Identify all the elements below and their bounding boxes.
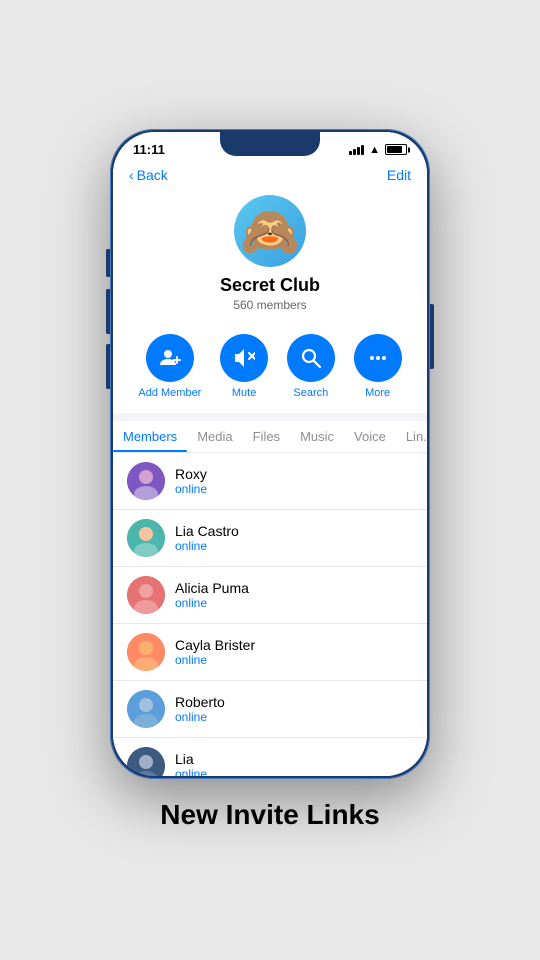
add-member-label: Add Member bbox=[138, 387, 201, 399]
volume-up-button bbox=[106, 289, 110, 334]
group-avatar: 🙈 bbox=[234, 195, 306, 267]
back-button[interactable]: ‹ Back bbox=[129, 167, 168, 183]
group-avatar-emoji: 🙈 bbox=[240, 203, 300, 260]
status-icons: ▲ bbox=[349, 144, 407, 156]
more-icon-circle bbox=[354, 334, 402, 382]
add-member-icon bbox=[159, 347, 181, 369]
battery-fill bbox=[387, 146, 402, 153]
member-name: Alicia Puma bbox=[175, 580, 249, 596]
tab-files[interactable]: Files bbox=[243, 421, 290, 452]
wifi-icon: ▲ bbox=[369, 144, 380, 156]
phone-screen: 11:11 ▲ ‹ Ba bbox=[113, 132, 427, 776]
tab-music[interactable]: Music bbox=[290, 421, 344, 452]
page-title-bottom: New Invite Links bbox=[160, 799, 379, 831]
avatar bbox=[127, 633, 165, 671]
tab-media[interactable]: Media bbox=[187, 421, 242, 452]
member-item[interactable]: Alicia Puma online bbox=[113, 567, 427, 624]
member-status: online bbox=[175, 539, 239, 553]
search-button[interactable]: Search bbox=[287, 334, 335, 399]
member-info: Cayla Brister online bbox=[175, 637, 255, 667]
tabs-bar: Members Media Files Music Voice Lin... bbox=[113, 421, 427, 453]
volume-down-button bbox=[106, 344, 110, 389]
avatar bbox=[127, 747, 165, 776]
member-item[interactable]: Roberto online bbox=[113, 681, 427, 738]
group-info: 🙈 Secret Club 560 members bbox=[113, 187, 427, 324]
notch bbox=[220, 132, 320, 156]
chevron-left-icon: ‹ bbox=[129, 167, 134, 183]
member-name: Cayla Brister bbox=[175, 637, 255, 653]
more-button[interactable]: More bbox=[354, 334, 402, 399]
more-label: More bbox=[365, 387, 390, 399]
member-name: Lia Castro bbox=[175, 523, 239, 539]
group-members-count: 560 members bbox=[233, 298, 306, 312]
search-icon-circle bbox=[287, 334, 335, 382]
group-name: Secret Club bbox=[220, 275, 320, 296]
member-item[interactable]: Cayla Brister online bbox=[113, 624, 427, 681]
mute-icon-circle bbox=[220, 334, 268, 382]
member-status: online bbox=[175, 653, 255, 667]
search-icon bbox=[300, 347, 322, 369]
mute-icon bbox=[233, 347, 255, 369]
more-icon bbox=[367, 347, 389, 369]
member-info: Roberto online bbox=[175, 694, 225, 724]
add-member-icon-circle bbox=[146, 334, 194, 382]
tab-members[interactable]: Members bbox=[113, 421, 187, 452]
member-info: Alicia Puma online bbox=[175, 580, 249, 610]
member-list: Roxy online Lia Castro online bbox=[113, 453, 427, 776]
tab-links[interactable]: Lin... bbox=[396, 421, 427, 452]
tab-voice[interactable]: Voice bbox=[344, 421, 396, 452]
battery-icon bbox=[385, 144, 407, 155]
member-status: online bbox=[175, 596, 249, 610]
power-button bbox=[430, 304, 434, 369]
signal-icon bbox=[349, 145, 364, 155]
nav-bar: ‹ Back Edit bbox=[113, 161, 427, 187]
member-status: online bbox=[175, 482, 207, 496]
edit-button[interactable]: Edit bbox=[387, 167, 411, 183]
member-item[interactable]: Lia Castro online bbox=[113, 510, 427, 567]
avatar bbox=[127, 690, 165, 728]
member-info: Roxy online bbox=[175, 466, 207, 496]
mute-button[interactable]: Mute bbox=[220, 334, 268, 399]
member-name: Lia bbox=[175, 751, 207, 767]
search-label: Search bbox=[293, 387, 328, 399]
page-wrapper: 11:11 ▲ ‹ Ba bbox=[0, 0, 540, 960]
add-member-button[interactable]: Add Member bbox=[138, 334, 201, 399]
silent-switch bbox=[106, 249, 110, 277]
back-label: Back bbox=[137, 167, 168, 183]
avatar bbox=[127, 576, 165, 614]
avatar bbox=[127, 519, 165, 557]
section-divider bbox=[113, 413, 427, 421]
member-status: online bbox=[175, 767, 207, 776]
phone-shell: 11:11 ▲ ‹ Ba bbox=[110, 129, 430, 779]
member-name: Roxy bbox=[175, 466, 207, 482]
status-time: 11:11 bbox=[133, 142, 165, 157]
member-item[interactable]: Lia online bbox=[113, 738, 427, 776]
member-item[interactable]: Roxy online bbox=[113, 453, 427, 510]
member-status: online bbox=[175, 710, 225, 724]
mute-label: Mute bbox=[232, 387, 256, 399]
member-info: Lia online bbox=[175, 751, 207, 776]
avatar bbox=[127, 462, 165, 500]
member-name: Roberto bbox=[175, 694, 225, 710]
member-info: Lia Castro online bbox=[175, 523, 239, 553]
action-buttons: Add Member Mute bbox=[113, 324, 427, 413]
